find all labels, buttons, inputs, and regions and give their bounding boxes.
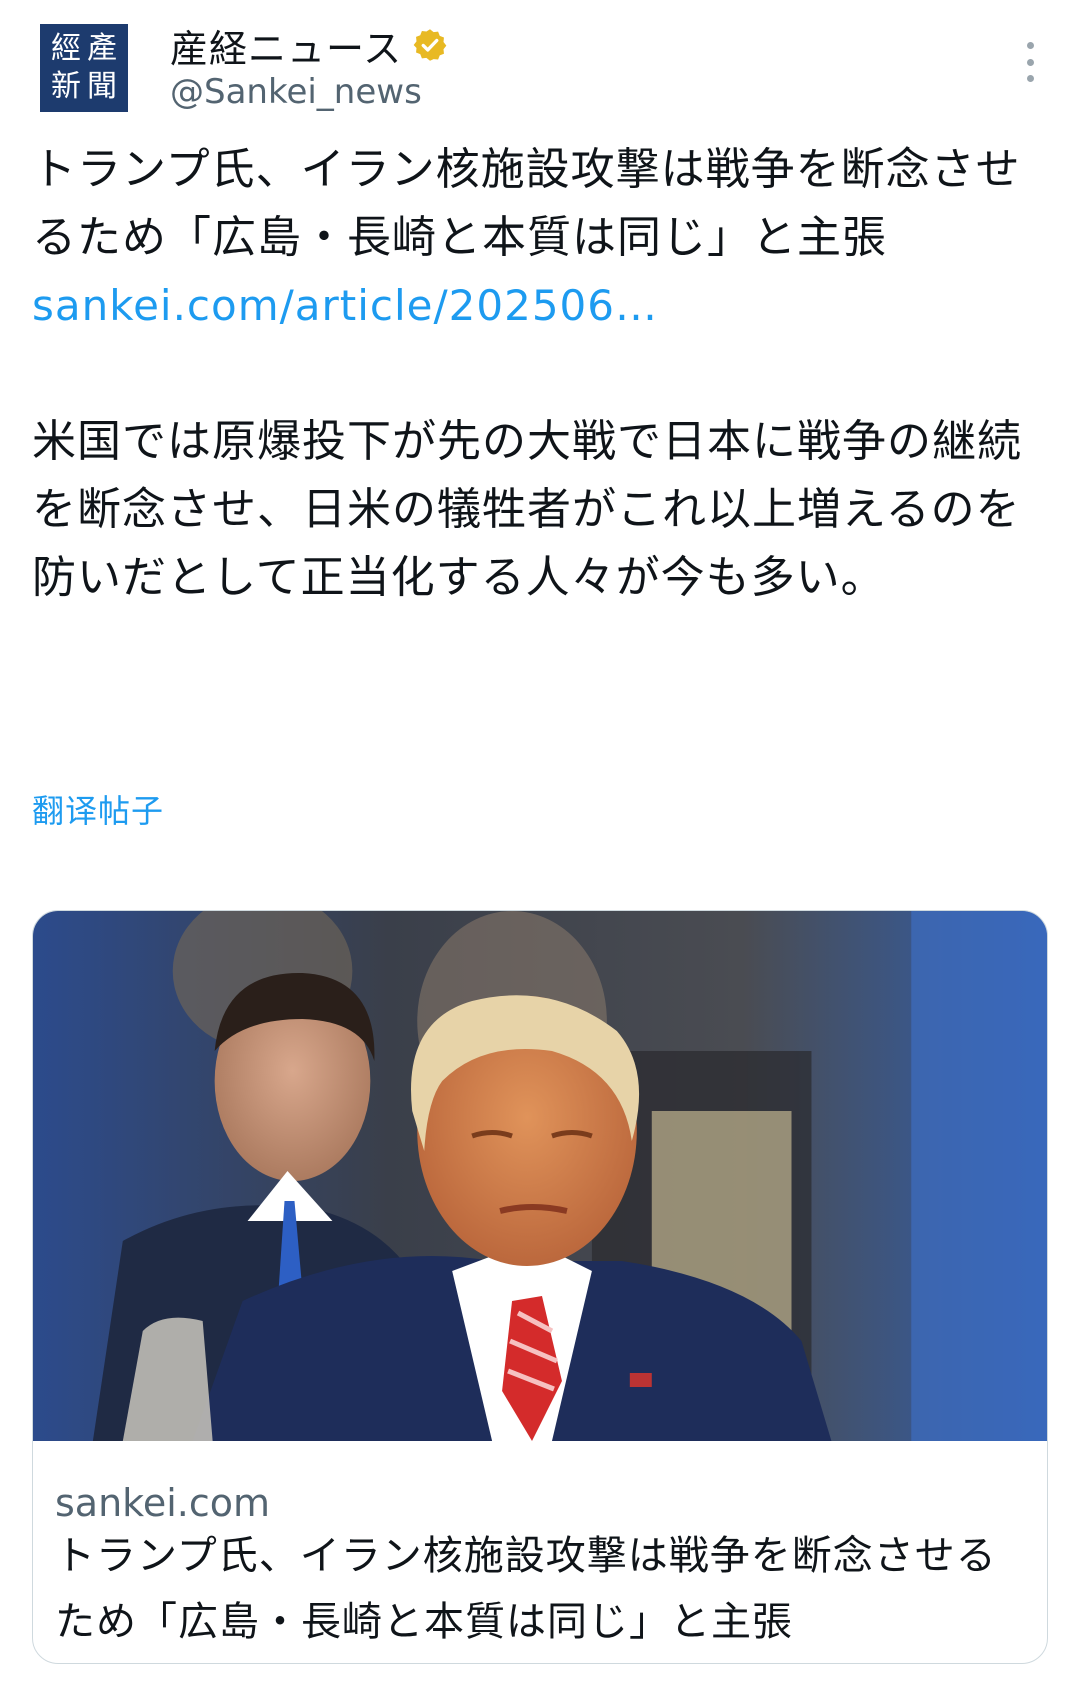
article-photo[interactable] — [33, 911, 1047, 1441]
tweet-text: トランプ氏、イラン核施設攻撃は戦争を断念させるため「広島・長崎と本質は同じ」と主… — [32, 136, 1042, 612]
tweet-headline: トランプ氏、イラン核施設攻撃は戦争を断念させるため「広島・長崎と本質は同じ」と主… — [32, 144, 1021, 263]
logo-char: 經 — [51, 31, 81, 66]
account-handle[interactable]: @Sankei_news — [170, 72, 448, 112]
article-link[interactable]: sankei.com/article/202506… — [32, 272, 1042, 340]
display-name-row: 産経ニュース — [170, 22, 448, 71]
logo-char: 聞 — [87, 69, 117, 104]
tweet-body: 米国では原爆投下が先の大戦で日本に戦争の継続を断念させ、日米の犠牲者がこれ以上増… — [32, 416, 1022, 603]
account-avatar[interactable]: 經 產 新 聞 — [40, 24, 128, 112]
display-name[interactable]: 産経ニュース — [170, 18, 402, 73]
tweet-header: 經 產 新 聞 産経ニュース @Sankei_news — [40, 22, 1040, 114]
more-vertical-icon[interactable] — [1020, 42, 1040, 82]
card-domain: sankei.com — [55, 1481, 270, 1525]
link-preview-card[interactable]: sankei.com トランプ氏、イラン核施設攻撃は戦争を断念させるため「広島・… — [32, 910, 1048, 1664]
gold-verified-badge-icon — [413, 29, 447, 61]
translate-post-link[interactable]: 翻译帖子 — [32, 786, 164, 832]
card-title: トランプ氏、イラン核施設攻撃は戦争を断念させるため「広島・長崎と本質は同じ」と主… — [55, 1533, 997, 1645]
account-names: 産経ニュース @Sankei_news — [170, 22, 448, 112]
logo-char: 新 — [51, 69, 81, 104]
logo-char: 產 — [87, 31, 117, 66]
